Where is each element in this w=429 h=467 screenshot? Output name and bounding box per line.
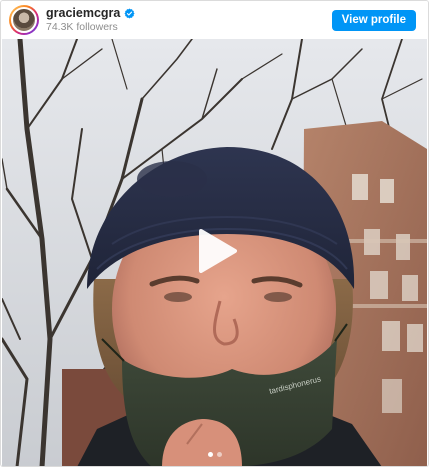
avatar-image: [11, 7, 37, 33]
avatar[interactable]: [9, 5, 39, 35]
left-eye: [164, 292, 192, 302]
view-profile-button[interactable]: View profile: [331, 9, 416, 31]
play-icon[interactable]: [193, 228, 239, 274]
verified-badge-icon: [124, 7, 135, 19]
followers-count: 74.3K followers: [46, 21, 118, 33]
post-header: graciemcgra 74.3K followers View profile: [1, 1, 428, 39]
instagram-embed: graciemcgra 74.3K followers View profile: [0, 0, 429, 467]
right-eye: [264, 292, 292, 302]
username[interactable]: graciemcgra: [46, 6, 120, 20]
carousel-indicator: [2, 452, 427, 457]
user-info: graciemcgra 74.3K followers: [46, 6, 135, 34]
carousel-dot-1[interactable]: [207, 452, 213, 457]
carousel-dot-2[interactable]: [216, 452, 222, 457]
video-media[interactable]: tardisphonerus: [2, 39, 427, 466]
username-row: graciemcgra: [46, 6, 135, 20]
